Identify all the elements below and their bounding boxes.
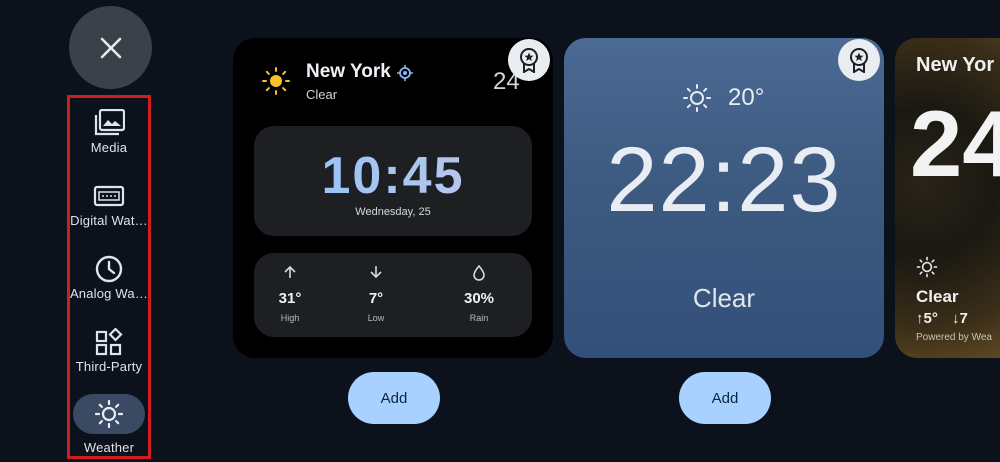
arrow-up-icon: ↑ xyxy=(916,310,924,327)
sun-icon xyxy=(262,67,290,95)
add-button[interactable]: Add xyxy=(348,372,440,424)
city-name: New York xyxy=(306,61,391,82)
sun-icon xyxy=(683,84,711,112)
stat-value: 30% xyxy=(463,290,495,307)
award-badge xyxy=(508,39,550,81)
arrow-down-icon: ↓ xyxy=(952,310,960,327)
sidebar-item-weather[interactable]: Weather xyxy=(70,394,148,455)
sidebar-item-digital-watch[interactable]: Digital Wat… xyxy=(70,179,148,228)
sidebar-item-label: Digital Wat… xyxy=(70,213,148,228)
time-display: 10:45 xyxy=(254,146,532,206)
stat-label: Low xyxy=(367,313,385,323)
arrow-down-icon xyxy=(370,266,382,279)
sidebar-item-label: Weather xyxy=(83,440,135,455)
condition-text: Clear xyxy=(692,283,756,313)
stat-value: 31° xyxy=(278,290,302,307)
sidebar-item-label: Media xyxy=(90,140,128,155)
widgets-icon xyxy=(95,328,123,356)
award-icon xyxy=(520,48,538,73)
close-icon xyxy=(100,37,121,58)
stat-rain: 30% Rain xyxy=(441,264,517,323)
selected-indicator xyxy=(73,394,145,434)
temperature: 20° xyxy=(728,84,765,111)
time-display: 22:23 xyxy=(606,129,842,231)
sun-icon xyxy=(916,256,938,278)
weather-card-partial[interactable]: New Yor 24 Clear ↑5° ↓7 Powered by Wea xyxy=(895,38,1000,358)
location-icon xyxy=(397,65,413,81)
city-name: New Yor xyxy=(916,54,995,76)
water-drop-icon xyxy=(473,264,485,281)
sidebar-item-label: Analog Wa… xyxy=(69,286,149,301)
stat-label: Rain xyxy=(469,313,489,323)
stat-value: 7° xyxy=(368,290,384,307)
clock-panel: 10:45 Wednesday, 25 xyxy=(254,126,532,236)
arrow-up-icon xyxy=(284,265,296,278)
digital-watch-icon xyxy=(93,185,125,207)
photo-library-icon xyxy=(94,109,125,136)
close-button[interactable] xyxy=(69,6,152,89)
category-sidebar: Media Digital Wat… Analog Wa… Third-Part… xyxy=(67,95,151,459)
weather-card-digital[interactable]: New York Clear 24 10:45 Wednesday, 25 31… xyxy=(233,38,553,358)
low-value: 7 xyxy=(959,310,968,327)
sidebar-item-third-party[interactable]: Third-Party xyxy=(70,325,148,374)
condition-text: Clear xyxy=(916,287,959,306)
sidebar-item-analog-watch[interactable]: Analog Wa… xyxy=(70,252,148,301)
add-button[interactable]: Add xyxy=(679,372,771,424)
temperature-large: 24 xyxy=(910,91,1000,196)
sun-icon xyxy=(94,399,124,429)
stat-high: 31° High xyxy=(252,265,328,323)
condition-text: Clear xyxy=(306,87,338,102)
award-icon xyxy=(850,48,868,73)
date-display: Wednesday, 25 xyxy=(355,206,431,218)
stats-panel: 31° High 7° Low 30% Rain xyxy=(254,253,532,337)
sidebar-item-media[interactable]: Media xyxy=(70,106,148,155)
stat-low: 7° Low xyxy=(338,265,414,323)
high-value: 5° xyxy=(923,310,938,327)
high-low: ↑5° ↓7 xyxy=(916,310,968,327)
weather-card-large-clock[interactable]: 20° 22:23 Clear xyxy=(564,38,884,358)
sidebar-item-label: Third-Party xyxy=(75,359,143,374)
award-badge xyxy=(838,39,880,81)
clock-icon xyxy=(95,255,123,283)
stat-label: High xyxy=(280,313,300,323)
powered-by: Powered by Wea xyxy=(916,332,992,343)
